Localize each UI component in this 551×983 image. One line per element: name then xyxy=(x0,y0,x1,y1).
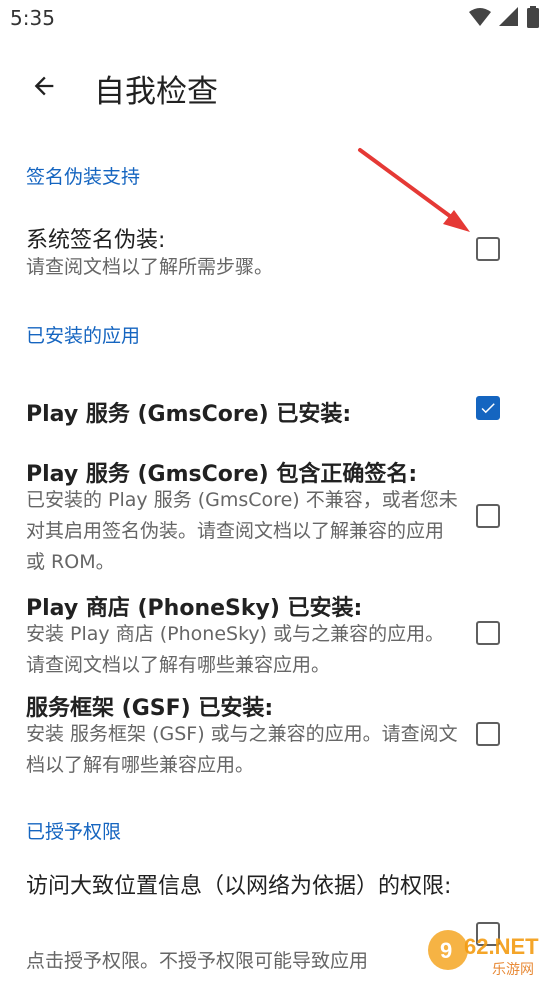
pref-summary: 点击授予权限。不授予权限可能导致应用 xyxy=(26,950,369,972)
svg-text:62.NET: 62.NET xyxy=(464,934,539,959)
pref-phonesky-installed[interactable]: Play 商店 (PhoneSky) 已安装: 安装 Play 商店 (Phon… xyxy=(0,584,551,684)
pref-title: Play 商店 (PhoneSky) 已安装: xyxy=(26,596,363,621)
pref-title: Play 服务 (GmsCore) 包含正确签名: xyxy=(26,462,418,487)
watermark-logo: 9 62.NET 乐游网 xyxy=(420,922,551,979)
battery-icon xyxy=(527,6,539,32)
checkbox-phonesky-installed[interactable] xyxy=(476,621,500,645)
pref-title: 系统签名伪装: xyxy=(26,228,166,253)
wifi-icon xyxy=(469,7,491,31)
app-bar: 自我检查 xyxy=(0,40,551,136)
pref-title: 服务框架 (GSF) 已安装: xyxy=(26,696,274,721)
svg-text:乐游网: 乐游网 xyxy=(492,962,534,978)
section-header-installed: 已安装的应用 xyxy=(26,325,141,347)
page-title: 自我检查 xyxy=(94,74,218,110)
pref-title: Play 服务 (GmsCore) 已安装: xyxy=(26,402,352,427)
checkbox-gmscore-installed[interactable] xyxy=(476,396,500,420)
arrow-left-icon xyxy=(30,72,58,104)
section-header-permissions: 已授予权限 xyxy=(26,821,122,843)
pref-gmscore-signature[interactable]: Play 服务 (GmsCore) 包含正确签名: 已安装的 Play 服务 (… xyxy=(0,444,551,584)
svg-text:9: 9 xyxy=(440,938,452,963)
status-icons xyxy=(469,6,539,32)
pref-gmscore-installed[interactable]: Play 服务 (GmsCore) 已安装: xyxy=(0,380,551,440)
status-time: 5:35 xyxy=(10,6,55,30)
checkbox-signature-spoofing[interactable] xyxy=(476,237,500,261)
checkbox-gmscore-signature[interactable] xyxy=(476,504,500,528)
pref-gsf-installed[interactable]: 服务框架 (GSF) 已安装: 安装 服务框架 (GSF) 或与之兼容的应用。请… xyxy=(0,684,551,784)
back-button[interactable] xyxy=(24,68,64,108)
pref-title: 访问大致位置信息（以网络为依据）的权限: xyxy=(26,874,452,899)
pref-summary: 安装 Play 商店 (PhoneSky) 或与之兼容的应用。请查阅文档以了解有… xyxy=(26,623,445,676)
section-header-signature: 签名伪装支持 xyxy=(26,166,141,188)
pref-summary: 已安装的 Play 服务 (GmsCore) 不兼容，或者您未对其启用签名伪装。… xyxy=(26,489,458,573)
annotation-arrow-icon xyxy=(358,148,470,232)
signal-icon xyxy=(499,7,519,31)
status-bar: 5:35 xyxy=(0,0,551,40)
pref-summary: 安装 服务框架 (GSF) 或与之兼容的应用。请查阅文档以了解有哪些兼容应用。 xyxy=(26,723,458,776)
pref-summary: 请查阅文档以了解所需步骤。 xyxy=(26,256,274,278)
checkbox-gsf-installed[interactable] xyxy=(476,722,500,746)
